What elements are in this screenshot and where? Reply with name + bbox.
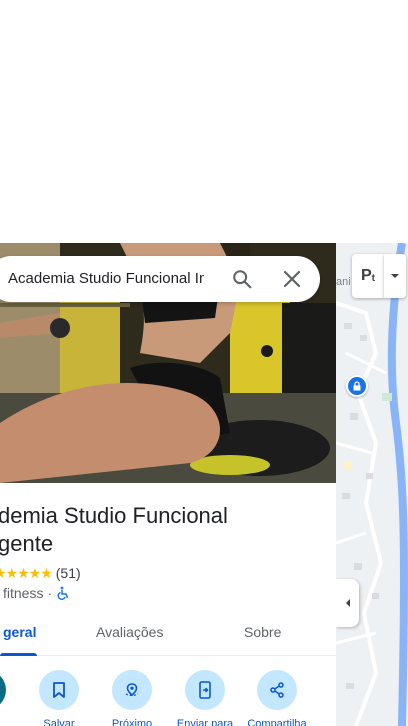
caret-left-icon (345, 599, 350, 607)
share-button[interactable]: Compartilha (247, 670, 307, 726)
collapse-panel-button[interactable] (336, 579, 359, 627)
send-to-phone-label: Enviar para (176, 718, 234, 726)
bookmark-icon-wrap (39, 670, 79, 710)
layer-button-label: P (360, 267, 372, 284)
map-layers-button[interactable]: Pt (352, 254, 384, 298)
place-tabs: geral Avaliações Sobre (0, 607, 336, 656)
rating-row[interactable]: ★★★★★ (51) (0, 564, 81, 582)
directions-icon (0, 670, 6, 710)
share-icon-wrap (257, 670, 297, 710)
layer-button-sub: t (371, 272, 375, 284)
share-icon (270, 682, 284, 698)
place-title-line2: gente (0, 531, 54, 556)
send-to-phone-icon (199, 681, 211, 699)
active-tab-indicator (0, 653, 37, 656)
search-icon[interactable] (231, 268, 253, 290)
rating-count[interactable]: (51) (56, 565, 81, 581)
directions-button[interactable] (0, 670, 6, 710)
rating-stars: ★★★★★ (0, 564, 53, 581)
nearby-label: Próximo (111, 718, 153, 726)
place-title: demia Studio Funcional gente (0, 502, 328, 558)
layers-dropdown-button[interactable] (384, 254, 406, 298)
close-icon[interactable] (283, 270, 301, 288)
map-place-label: ani (336, 276, 351, 288)
place-category[interactable]: fitness (3, 585, 43, 601)
map-marker-pin[interactable] (346, 375, 368, 397)
send-to-phone-button[interactable]: Enviar para (177, 670, 233, 726)
lock-icon (353, 381, 361, 391)
tab-about[interactable]: Sobre (244, 624, 281, 640)
caret-down-icon (391, 274, 399, 278)
map-roads (336, 243, 408, 726)
category-row: fitness · (3, 583, 70, 603)
search-input[interactable] (8, 270, 204, 287)
action-buttons: Salvar Próximo Enviar para Compartilha (0, 670, 336, 726)
category-separator: · (47, 585, 53, 601)
blank-top-area (0, 0, 408, 243)
map-view[interactable]: ani (336, 243, 408, 726)
save-button[interactable]: Salvar (39, 670, 79, 726)
send-icon-wrap (185, 670, 225, 710)
bookmark-icon (53, 682, 65, 698)
search-box (0, 256, 320, 302)
share-label: Compartilha (247, 718, 307, 726)
tab-overview[interactable]: geral (3, 624, 36, 640)
save-label: Salvar (43, 718, 75, 726)
tab-reviews[interactable]: Avaliações (96, 624, 163, 640)
nearby-icon (125, 683, 139, 697)
place-title-line1: demia Studio Funcional (0, 503, 228, 528)
nearby-icon-wrap (112, 670, 152, 710)
nearby-button[interactable]: Próximo (112, 670, 152, 726)
place-panel: demia Studio Funcional gente ★★★★★ (51) … (0, 243, 336, 726)
wheelchair-icon (57, 586, 69, 600)
